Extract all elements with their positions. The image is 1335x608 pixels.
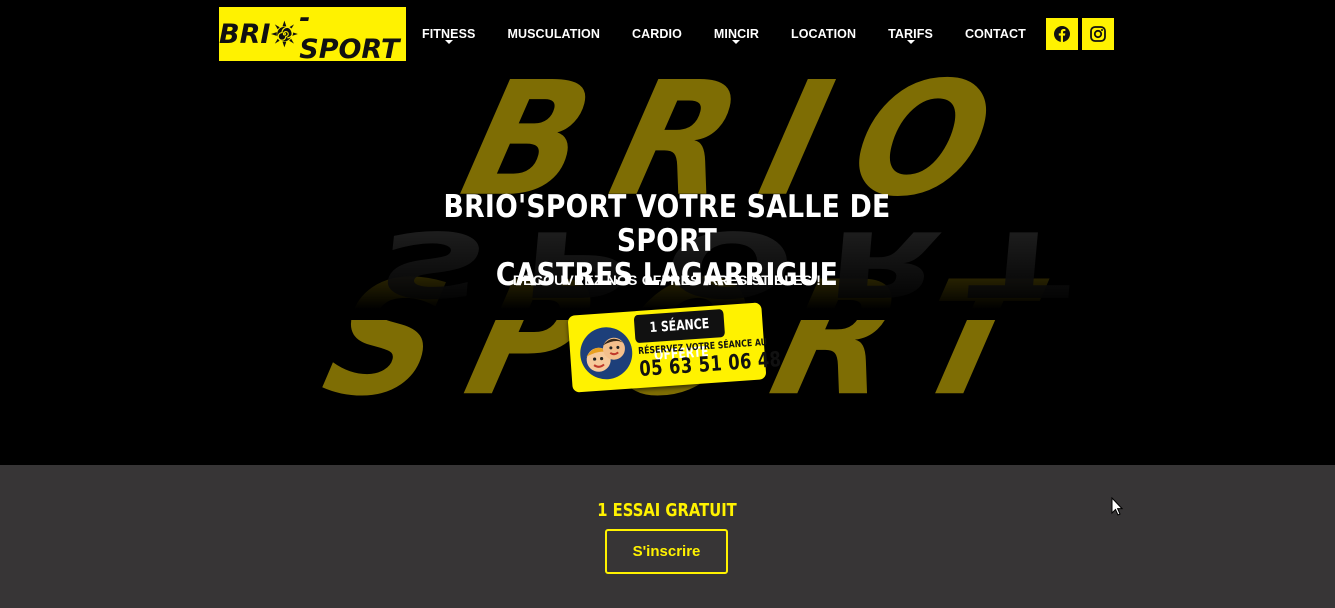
nav-item-musculation[interactable]: MUSCULATION xyxy=(491,24,616,44)
nav-label: MINCIR xyxy=(713,27,759,41)
sticker-badge: 1 SÉANCE OFFERTE xyxy=(633,308,726,364)
nav-item-mincir[interactable]: MINCIR xyxy=(698,24,775,44)
mouse-cursor-icon xyxy=(1111,497,1123,516)
facebook-icon xyxy=(1054,26,1070,42)
instagram-icon xyxy=(1090,26,1106,42)
kids-faces-icon xyxy=(580,327,633,380)
hero-subtitle: DÉCOUVREZ NOS OFFRES IRRÉSISTIBLES ! xyxy=(512,272,822,288)
signup-button[interactable]: S'inscrire xyxy=(605,529,728,574)
nav-label: CARDIO xyxy=(632,27,682,41)
main-nav: FITNESS MUSCULATION CARDIO MINCIR LOCATI… xyxy=(406,24,1042,44)
free-trial-heading: 1 ESSAI GRATUIT xyxy=(597,500,737,521)
nav-item-tarifs[interactable]: TARIFS xyxy=(872,24,949,44)
site-logo[interactable]: BRI -SPORT xyxy=(219,3,406,65)
logo-wordmark: BRI -SPORT xyxy=(219,3,406,65)
nav-label: LOCATION xyxy=(790,27,857,41)
logo-text-left: BRI xyxy=(219,18,271,50)
nav-item-contact[interactable]: CONTACT xyxy=(949,24,1042,44)
nav-label: TARIFS xyxy=(888,27,933,41)
free-session-sticker[interactable]: 1 SÉANCE OFFERTE RÉSERVEZ VOTRE SÉANCE A… xyxy=(567,302,782,393)
facebook-link[interactable] xyxy=(1046,18,1078,50)
sun-spiral-icon xyxy=(271,20,299,48)
hero-title-line1: BRIO'SPORT VOTRE SALLE DE SPORT xyxy=(443,189,891,259)
nav-item-fitness[interactable]: FITNESS xyxy=(406,24,491,44)
nav-label: CONTACT xyxy=(964,27,1026,41)
chevron-down-icon xyxy=(732,40,741,44)
nav-item-cardio[interactable]: CARDIO xyxy=(616,24,698,44)
nav-label: MUSCULATION xyxy=(507,27,601,41)
instagram-link[interactable] xyxy=(1082,18,1114,50)
hero-section: BRIO SPORT BRIO SPORT BRIO'SPORT VOTRE S… xyxy=(0,0,1335,465)
chevron-down-icon xyxy=(906,40,915,44)
nav-item-location[interactable]: LOCATION xyxy=(775,24,872,44)
nav-label: FITNESS xyxy=(422,27,476,41)
logo-text-right: -SPORT xyxy=(299,3,400,65)
chevron-down-icon xyxy=(444,40,453,44)
